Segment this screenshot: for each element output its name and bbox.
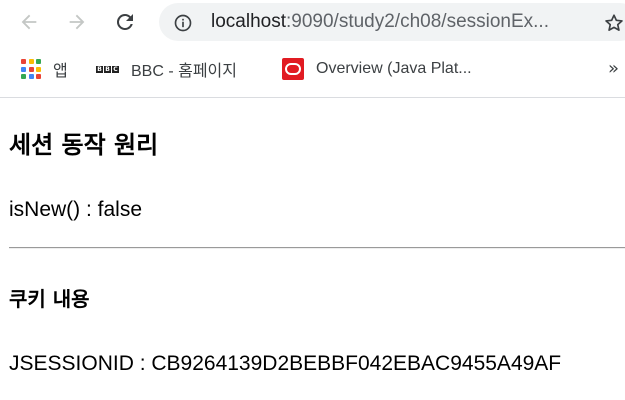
arrow-right-icon: [69, 14, 85, 30]
bookmark-label: Overview (Java Plat...: [316, 60, 472, 77]
reload-icon: [116, 13, 133, 30]
url-path: :9090/study2/ch08/sessionEx...: [286, 11, 549, 32]
bookmark-java-overview[interactable]: Overview (Java Plat...: [282, 45, 472, 93]
info-circle-icon[interactable]: [173, 13, 193, 33]
bookmark-bbc[interactable]: BBC BBC - 홈페이지: [96, 45, 237, 93]
divider: [9, 247, 625, 249]
url-text[interactable]: localhost:9090/study2/ch08/sessionEx...: [211, 12, 549, 32]
star-outline-icon[interactable]: [603, 12, 625, 34]
url-host: localhost: [211, 11, 286, 32]
session-id-text: JSESSIONID : CB9264139D2BEBBF042EBAC9455…: [9, 352, 562, 375]
cookie-heading: 쿠키 내용: [9, 287, 90, 311]
browser-toolbar: localhost:9090/study2/ch08/sessionEx...: [0, 0, 625, 45]
oracle-icon: [282, 58, 304, 80]
bbc-logo-icon: BBC: [96, 65, 119, 73]
session-is-new-text: isNew() : false: [9, 198, 143, 221]
more-bookmarks-button[interactable]: »: [608, 58, 619, 79]
bookmark-label: 앱: [53, 63, 68, 80]
apps-grid-icon: [21, 59, 41, 79]
bookmark-label: BBC - 홈페이지: [131, 63, 237, 80]
address-bar[interactable]: localhost:9090/study2/ch08/sessionEx...: [159, 3, 625, 41]
page-title: 세션 동작 원리: [9, 131, 159, 159]
bookmarks-bar: 앱 BBC BBC - 홈페이지 Overview (Java Plat... …: [0, 45, 625, 98]
forward-button[interactable]: [62, 7, 92, 37]
reload-button[interactable]: [110, 7, 140, 37]
arrow-left-icon: [21, 14, 37, 30]
bookmark-apps[interactable]: 앱: [21, 45, 68, 93]
back-button[interactable]: [14, 7, 44, 37]
